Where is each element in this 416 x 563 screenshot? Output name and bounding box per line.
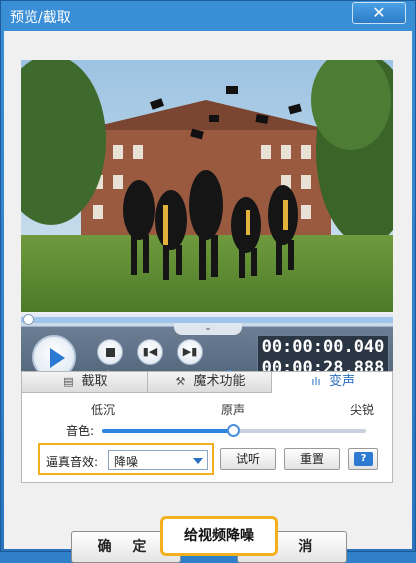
- denoise-tooltip: 给视频降噪: [160, 516, 278, 556]
- effect-label: 逼真音效:: [46, 455, 99, 469]
- reset-button[interactable]: 重置: [284, 448, 340, 470]
- progress-handle[interactable]: [23, 314, 34, 325]
- effect-dropdown[interactable]: 降噪: [108, 450, 208, 470]
- dialog-body: ▮◀ ▶▮ ◀) 00:00:00.040 00:00:28.888 ⌄ ▤截取…: [4, 31, 412, 563]
- title-bar: 预览/截取 ✕: [1, 1, 415, 31]
- tab-magic[interactable]: ⚒ 魔术功能: [148, 372, 272, 393]
- tab-crop[interactable]: ▤ 截取: [22, 372, 148, 393]
- step-back-icon: ▮◀: [142, 345, 158, 358]
- feature-tabs: ▤ 截取 ⚒ 魔术功能 ılı 变声: [21, 371, 393, 394]
- pitch-low-label: 低沉: [91, 403, 116, 417]
- tab-magic-label: 魔术功能: [193, 374, 246, 389]
- next-frame-button[interactable]: ▶▮: [177, 339, 203, 365]
- magic-wand-icon: ⚒: [175, 375, 186, 388]
- crop-icon: ▤: [63, 375, 74, 388]
- time-current: 00:00:00.040: [261, 337, 385, 357]
- waveform-icon: ılı: [311, 375, 321, 388]
- collapse-toggle[interactable]: ⌄: [174, 323, 242, 335]
- tab-voice-change-label: 变声: [328, 374, 355, 389]
- pitch-handle[interactable]: [227, 424, 240, 437]
- window-title: 预览/截取: [10, 10, 71, 26]
- effect-group: 逼真音效: 降噪: [38, 443, 214, 475]
- effect-dropdown-value: 降噪: [114, 455, 139, 469]
- pitch-sharp-label: 尖锐: [350, 403, 375, 417]
- help-icon: ?: [354, 452, 373, 466]
- pitch-label: 音色:: [66, 424, 95, 438]
- chevron-down-icon: ⌄: [204, 323, 212, 333]
- video-frame-image: [21, 60, 393, 312]
- previous-frame-button[interactable]: ▮◀: [137, 339, 163, 365]
- pitch-original-label: 原声: [221, 403, 246, 417]
- tab-voice-change[interactable]: ılı 变声: [272, 372, 392, 394]
- stop-icon: [106, 348, 115, 357]
- chevron-down-icon: [193, 458, 203, 464]
- help-button[interactable]: ?: [348, 448, 378, 470]
- step-forward-icon: ▶▮: [182, 345, 198, 358]
- close-button[interactable]: ✕: [352, 2, 406, 24]
- play-icon: [50, 348, 65, 368]
- stop-button[interactable]: [97, 339, 123, 365]
- tab-crop-label: 截取: [81, 374, 108, 389]
- preview-button[interactable]: 试听: [220, 448, 276, 470]
- video-preview: [21, 60, 393, 312]
- dialog-window: 预览/截取 ✕ ▮◀ ▶▮ 00:00:00.040 00:00:28.888 …: [0, 0, 416, 563]
- pitch-fill: [102, 429, 234, 433]
